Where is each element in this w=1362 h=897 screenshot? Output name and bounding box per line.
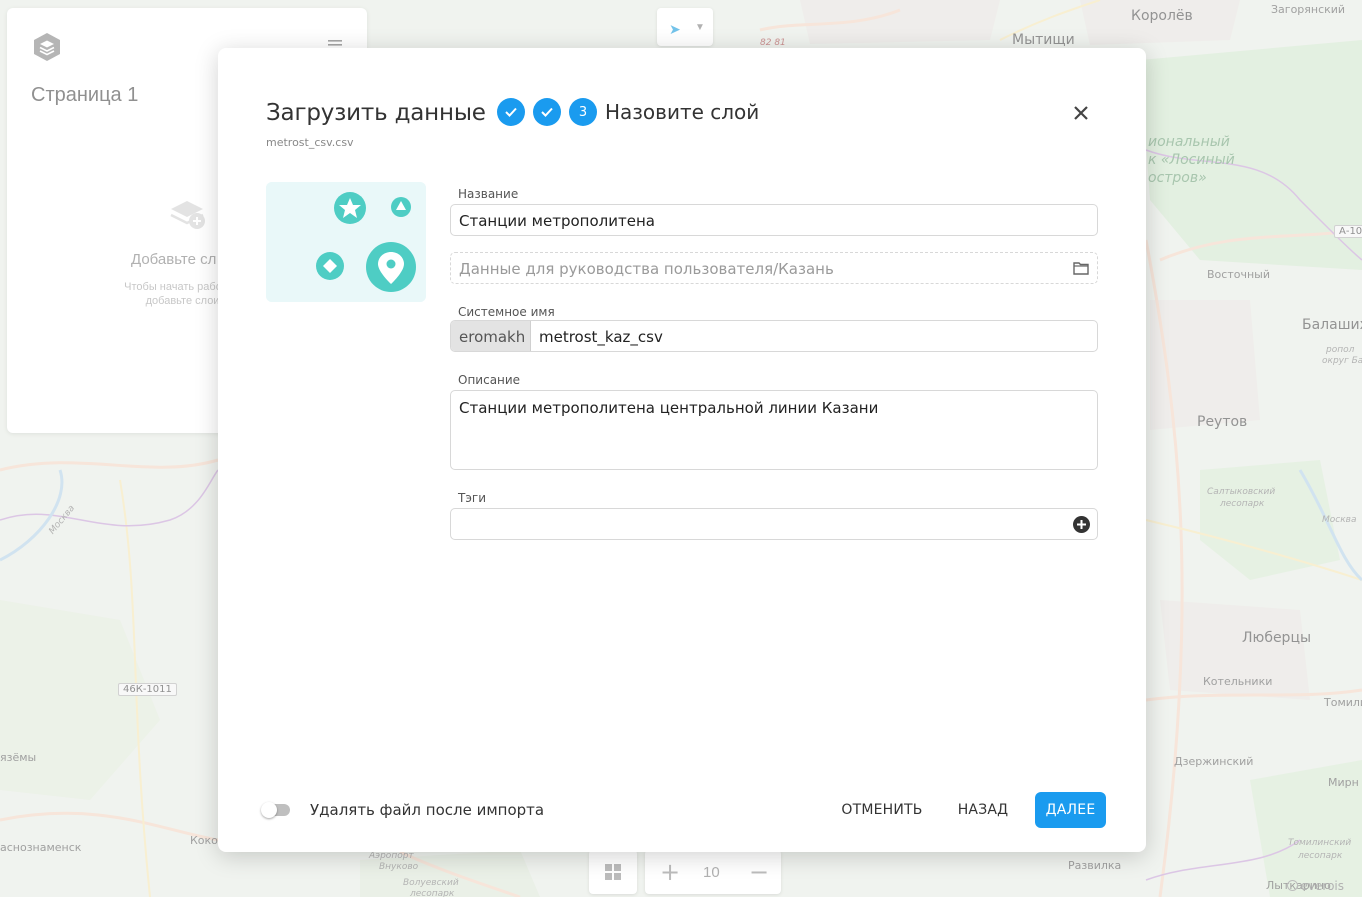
toggle-knob: [261, 802, 277, 818]
name-label: Название: [458, 187, 519, 201]
dialog-title: Загрузить данные: [266, 100, 486, 126]
description-textarea[interactable]: Станции метрополитена центральной линии …: [450, 390, 1098, 470]
system-name-input[interactable]: metrost_kaz_csv: [531, 321, 671, 351]
description-label: Описание: [458, 373, 521, 387]
add-tag-icon[interactable]: [1073, 516, 1090, 533]
back-button[interactable]: НАЗАД: [951, 792, 1015, 828]
import-data-dialog: Загрузить данные metrost_csv.csv 3 Назов…: [218, 48, 1146, 852]
layer-type-illustration: [266, 182, 426, 302]
file-name: metrost_csv.csv: [266, 136, 354, 149]
tags-label: Тэги: [458, 491, 487, 505]
step-3-current: 3: [569, 98, 597, 126]
delete-file-label: Удалять файл после импорта: [310, 801, 545, 819]
folder-icon[interactable]: [1073, 261, 1089, 275]
check-icon: [505, 107, 517, 117]
step-3-label: Назовите слой: [605, 100, 760, 124]
next-button[interactable]: ДАЛЕЕ: [1035, 792, 1106, 828]
delete-file-toggle[interactable]: [261, 802, 290, 818]
step-1-done[interactable]: [497, 98, 525, 126]
check-icon: [541, 107, 553, 117]
system-name-field: eromakh metrost_kaz_csv: [450, 320, 1098, 352]
tags-input[interactable]: [450, 508, 1098, 540]
stepper: 3 Назовите слой: [497, 98, 759, 126]
system-name-label: Системное имя: [458, 305, 555, 319]
folder-path: Данные для руководства пользователя/Каза…: [459, 260, 834, 278]
folder-select-input[interactable]: Данные для руководства пользователя/Каза…: [450, 252, 1098, 284]
step-2-done[interactable]: [533, 98, 561, 126]
layer-name-input[interactable]: Станции метрополитена: [450, 204, 1098, 236]
system-name-prefix: eromakh: [451, 321, 531, 351]
cancel-button[interactable]: ОТМЕНИТЬ: [834, 792, 930, 828]
close-icon[interactable]: [1072, 104, 1090, 122]
